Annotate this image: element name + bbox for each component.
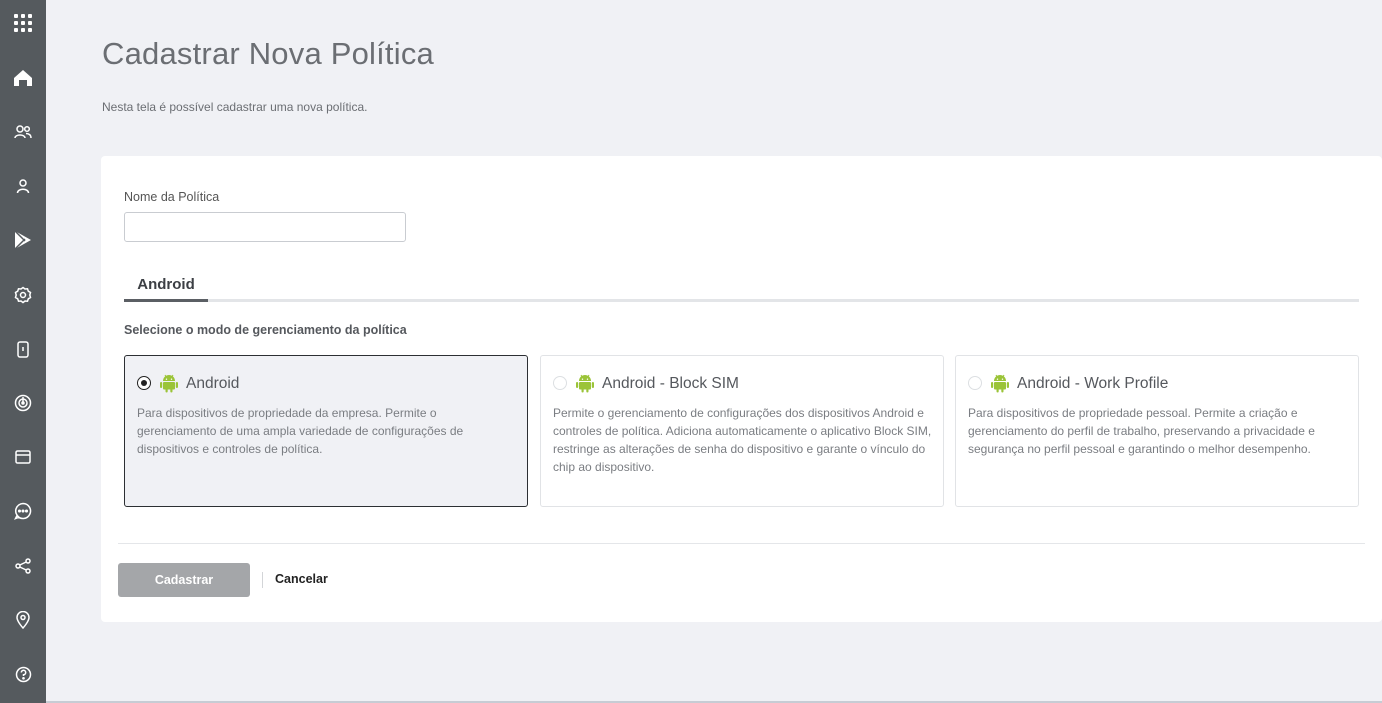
policy-name-input[interactable] [124,212,406,242]
radio-android-block-sim[interactable] [553,376,567,390]
page-subtitle: Nesta tela é possível cadastrar uma nova… [102,100,368,114]
chat-icon [14,502,32,520]
radio-android-work-profile[interactable] [968,376,982,390]
option-android[interactable]: Android Para dispositivos de propriedade… [124,355,528,507]
page-title: Cadastrar Nova Política [102,36,434,71]
user-icon [16,179,30,194]
android-icon [160,374,178,393]
tabs-bar [124,299,1359,302]
sidebar-item-radar[interactable] [0,385,46,421]
sidebar-item-devices[interactable] [0,331,46,367]
device-icon [17,340,29,358]
android-icon [576,374,594,393]
window-icon [15,450,31,464]
button-separator [262,572,263,588]
option-description: Para dispositivos de propriedade pessoal… [968,406,1315,456]
submit-button[interactable]: Cadastrar [118,563,250,597]
sidebar-item-location[interactable] [0,602,46,638]
option-android-work-profile[interactable]: Android - Work Profile Para dispositivos… [955,355,1359,507]
sidebar [0,0,46,703]
sidebar-item-window[interactable] [0,439,46,475]
actions-divider [118,543,1365,544]
radar-icon [14,394,32,412]
sidebar-item-home[interactable] [0,60,46,96]
tab-android[interactable]: Android [124,276,208,302]
sidebar-item-apps[interactable] [0,5,46,41]
sidebar-item-chat[interactable] [0,493,46,529]
option-title: Android - Block SIM [602,375,739,392]
option-title: Android - Work Profile [1017,375,1169,392]
sidebar-item-user[interactable] [0,168,46,204]
sidebar-item-share[interactable] [0,548,46,584]
share-icon [15,558,31,574]
sidebar-item-play-store[interactable] [0,222,46,258]
home-icon [14,70,32,86]
android-icon [991,374,1009,393]
option-title: Android [186,375,240,392]
apps-grid-icon [14,14,32,32]
sidebar-item-help[interactable] [0,656,46,692]
sidebar-item-users[interactable] [0,114,46,150]
management-mode-heading: Selecione o modo de gerenciamento da pol… [124,323,407,337]
option-description: Para dispositivos de propriedade da empr… [137,406,464,456]
radio-android[interactable] [137,376,151,390]
option-description: Permite o gerenciamento de configurações… [553,406,932,474]
users-icon [14,125,32,139]
location-pin-icon [16,611,30,629]
play-store-icon [14,230,31,250]
settings-icon [14,286,32,304]
policy-name-label: Nome da Política [124,190,220,204]
help-icon [15,666,31,682]
policy-form-card: Nome da Política Android Selecione o mod… [101,156,1382,622]
sidebar-item-settings[interactable] [0,277,46,313]
option-android-block-sim[interactable]: Android - Block SIM Permite o gerenciame… [540,355,944,507]
cancel-button[interactable]: Cancelar [275,572,328,586]
